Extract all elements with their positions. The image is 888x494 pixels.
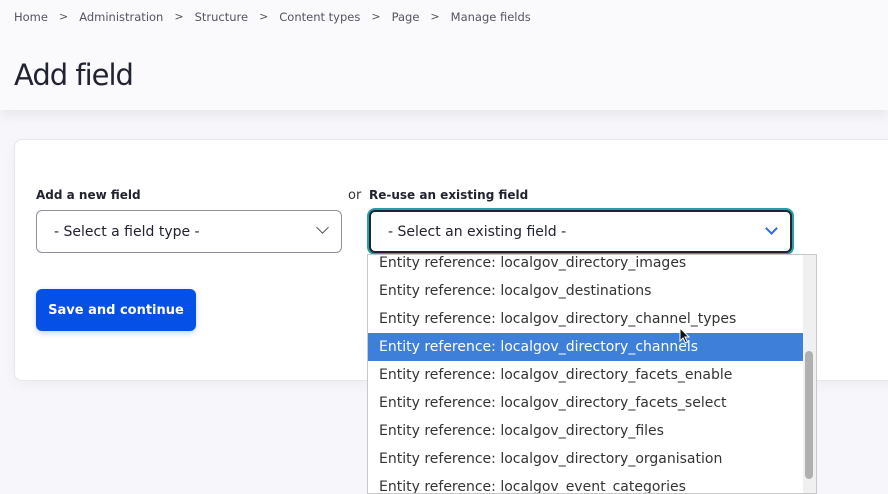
existing-field-dropdown-list: Entity reference: localgov_directory_ima…: [367, 254, 817, 494]
field-type-select-value: - Select a field type -: [54, 223, 200, 240]
breadcrumb-page[interactable]: Page: [392, 10, 420, 24]
dropdown-option[interactable]: Entity reference: localgov_directory_cha…: [368, 333, 804, 361]
dropdown-option[interactable]: Entity reference: localgov_directory_fil…: [368, 417, 804, 445]
page-title: Add field: [14, 58, 134, 92]
chevron-down-icon: [316, 221, 329, 234]
breadcrumb-structure[interactable]: Structure: [195, 10, 249, 24]
chevron-right-icon: >: [430, 10, 440, 23]
breadcrumb-content-types[interactable]: Content types: [279, 10, 360, 24]
existing-field-label: Re-use an existing field: [369, 188, 529, 202]
save-and-continue-button[interactable]: Save and continue: [36, 289, 196, 331]
chevron-down-icon: [765, 222, 778, 235]
dropdown-option[interactable]: Entity reference: localgov_directory_org…: [368, 445, 804, 473]
page-header: Home > Administration > Structure > Content…: [0, 0, 888, 110]
breadcrumb-administration[interactable]: Administration: [79, 10, 163, 24]
breadcrumb-manage-fields[interactable]: Manage fields: [451, 10, 531, 24]
dropdown-option[interactable]: Entity reference: localgov_directory_ima…: [368, 255, 804, 277]
or-label: or: [348, 188, 362, 203]
chevron-right-icon: >: [371, 10, 381, 23]
scrollbar[interactable]: [803, 255, 816, 493]
breadcrumb: Home > Administration > Structure > Content…: [14, 10, 531, 24]
dropdown-option[interactable]: Entity reference: localgov_directory_fac…: [368, 389, 804, 417]
new-field-label: Add a new field: [36, 188, 141, 202]
dropdown-option[interactable]: Entity reference: localgov_event_categor…: [368, 473, 804, 493]
field-type-select[interactable]: - Select a field type -: [36, 210, 342, 253]
dropdown-option[interactable]: Entity reference: localgov_destinations: [368, 277, 804, 305]
mouse-cursor-icon: [679, 327, 691, 344]
breadcrumb-home[interactable]: Home: [14, 10, 48, 24]
chevron-right-icon: >: [259, 10, 269, 23]
dropdown-option[interactable]: Entity reference: localgov_directory_cha…: [368, 305, 804, 333]
chevron-right-icon: >: [174, 10, 184, 23]
existing-field-select-value: - Select an existing field -: [388, 223, 567, 240]
chevron-right-icon: >: [58, 10, 69, 23]
dropdown-option[interactable]: Entity reference: localgov_directory_fac…: [368, 361, 804, 389]
scrollbar-thumb[interactable]: [805, 351, 813, 479]
existing-field-select[interactable]: - Select an existing field -: [369, 210, 792, 253]
